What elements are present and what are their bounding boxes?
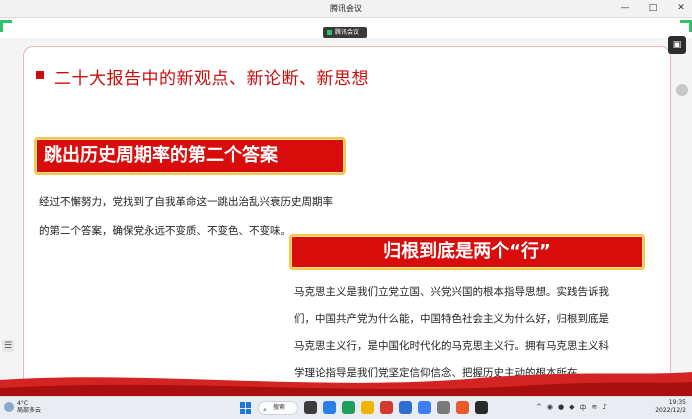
system-tray: ^ ◉ ● ◆ 中 ≋ ♪ (536, 403, 607, 413)
windows-taskbar: 4°C 局部多云 ⌕ 搜索 ^ ◉ ● ◆ 中 ≋ ♪ 19:35 2022/1… (0, 396, 692, 419)
search-icon: ⌕ (263, 406, 267, 414)
tray-chevron-icon[interactable]: ^ (536, 403, 542, 413)
close-icon[interactable]: ✕ (674, 2, 688, 14)
search-label: 搜索 (273, 404, 286, 411)
screen-share-badge[interactable]: 腾讯会议 (323, 27, 367, 38)
window-titlebar: 腾讯会议 — □ ✕ (0, 0, 692, 18)
paragraph-line: 们，中国共产党为什么能，中国特色社会主义为什么好，归根到底是 (294, 313, 609, 325)
taskview-app-icon[interactable] (304, 401, 317, 414)
share-frame-corner (680, 20, 692, 32)
shared-slide: 二十大报告中的新观点、新论断、新思想 跳出历史周期率的第二个答案 经过不懈努力，… (0, 38, 692, 396)
window-title: 腾讯会议 (330, 4, 362, 13)
edge-app-icon[interactable] (323, 401, 336, 414)
share-badge-label: 腾讯会议 (335, 29, 360, 36)
meeting-app-icon[interactable] (418, 401, 431, 414)
slide-footer-wave (0, 372, 692, 396)
section-banner-2: 归根到底是两个“行” (289, 234, 645, 270)
paragraph-line: 马克思主义行，是中国化时代化的马克思主义行。拥有马克思主义科 (294, 340, 609, 352)
windows-start-icon[interactable] (240, 402, 252, 414)
menu-icon[interactable]: ☰ (2, 340, 14, 352)
floating-toolbar-icon[interactable] (676, 84, 688, 96)
clock-date: 2022/12/2 (655, 407, 686, 414)
window-controls: — □ ✕ (618, 2, 688, 14)
volume-icon[interactable]: ♪ (602, 403, 606, 413)
taskbar-apps (304, 401, 488, 414)
chrome-app-icon[interactable] (342, 401, 355, 414)
paragraph-line: 经过不懈努力，党找到了自我革命这一跳出治乱兴衰历史周期率 (39, 196, 333, 208)
title-square-icon (36, 71, 44, 79)
app-icon[interactable] (437, 401, 450, 414)
taskbar-clock[interactable]: 19:35 2022/12/2 (655, 399, 686, 415)
wps-app-icon[interactable] (380, 401, 393, 414)
store-app-icon[interactable] (399, 401, 412, 414)
weather-icon (4, 402, 14, 412)
maximize-icon[interactable]: □ (646, 2, 660, 14)
paragraph-line: 马克思主义是我们立党立国、兴党兴国的根本指导思想。实践告诉我 (294, 286, 609, 298)
tray-app-icon[interactable]: ◆ (569, 403, 574, 413)
weather-temp: 4°C (17, 400, 29, 407)
wifi-icon[interactable]: ≋ (591, 403, 597, 413)
slide-title: 二十大报告中的新观点、新论断、新思想 (54, 69, 369, 89)
share-frame-corner (0, 20, 12, 32)
app-icon[interactable] (456, 401, 469, 414)
slide-card: 二十大报告中的新观点、新论断、新思想 跳出历史周期率的第二个答案 经过不懈努力，… (23, 46, 671, 388)
tray-lang[interactable]: 中 (579, 403, 586, 413)
minimize-icon[interactable]: — (618, 2, 632, 14)
taskbar-search[interactable]: ⌕ 搜索 (258, 401, 298, 415)
share-status-icon (327, 30, 332, 35)
weather-desc: 局部多云 (17, 407, 42, 414)
tray-app-icon[interactable]: ● (558, 403, 564, 413)
tray-app-icon[interactable]: ◉ (547, 403, 553, 413)
section-banner-1: 跳出历史周期率的第二个答案 (34, 137, 346, 175)
app-icon[interactable] (475, 401, 488, 414)
weather-widget[interactable]: 4°C 局部多云 (4, 400, 41, 414)
participant-video-icon[interactable]: ▣ (668, 36, 686, 54)
file-explorer-app-icon[interactable] (361, 401, 374, 414)
clock-time: 19:35 (668, 399, 686, 406)
